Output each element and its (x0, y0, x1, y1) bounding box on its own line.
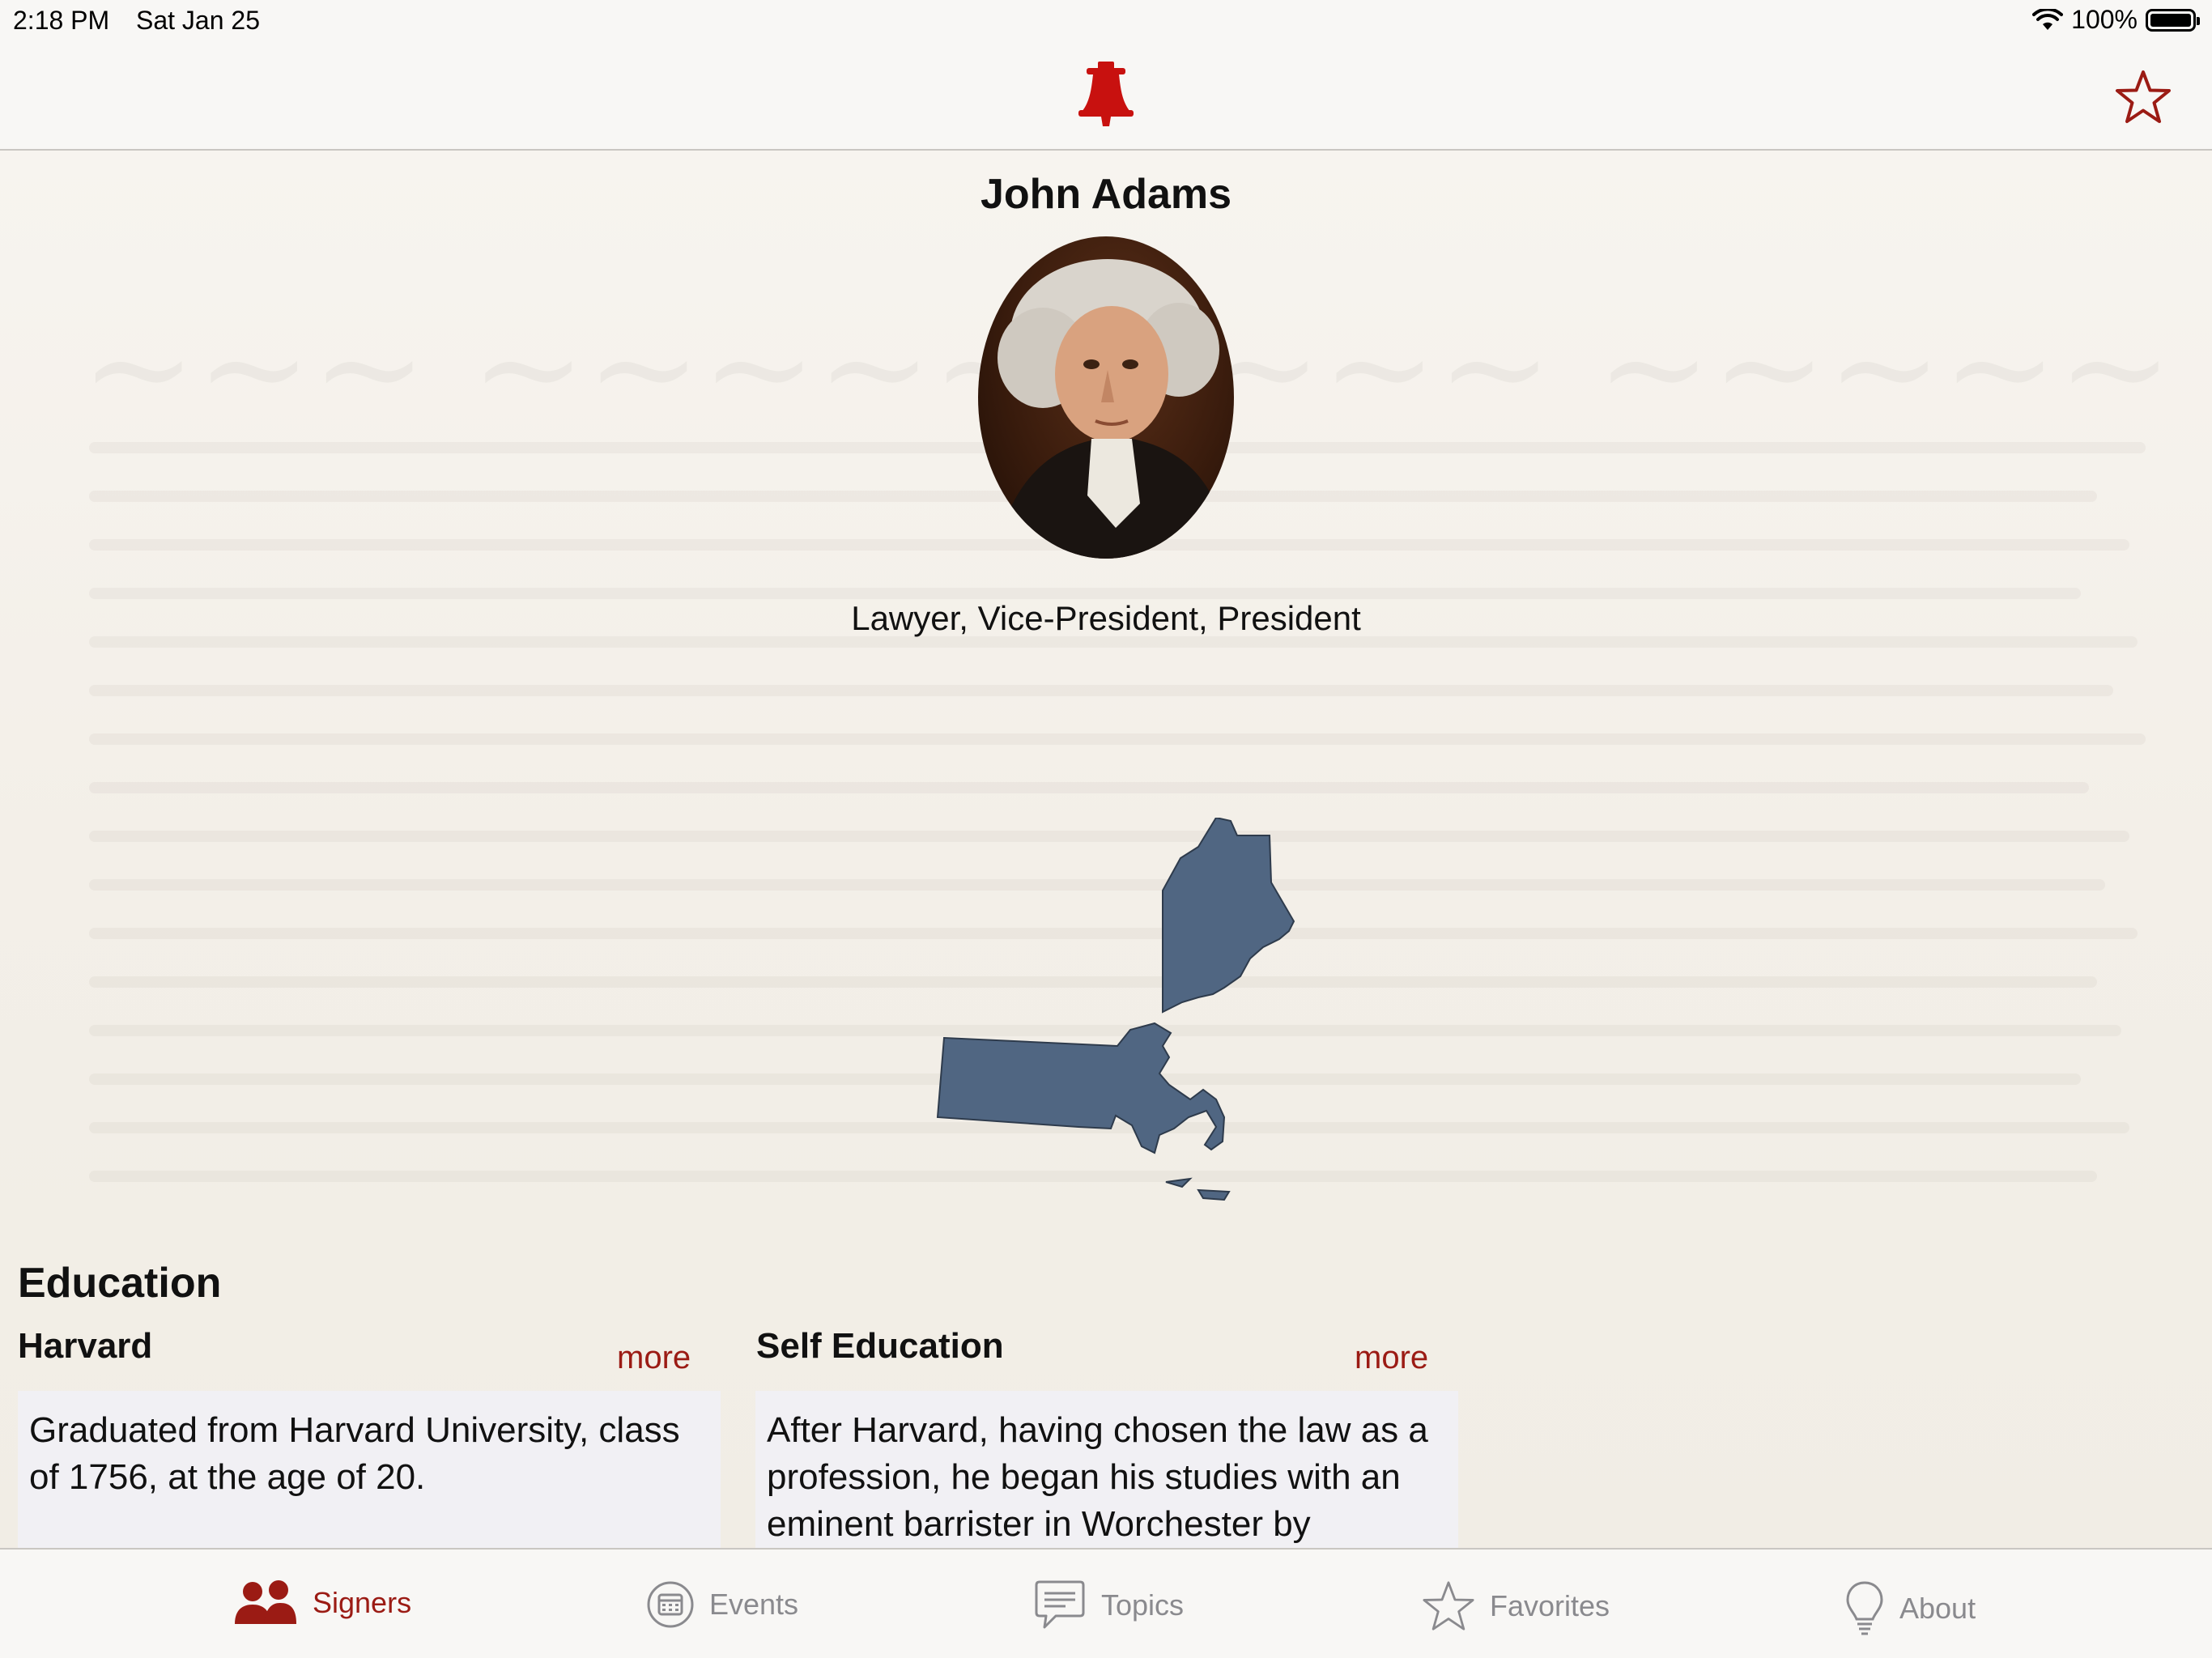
star-outline-icon[interactable] (2115, 70, 2172, 125)
liberty-bell-icon (1078, 62, 1134, 126)
wifi-icon (2032, 8, 2064, 30)
speech-bubble-icon (1035, 1580, 1085, 1629)
status-indicators: 100% (2032, 5, 2200, 35)
status-bar: 2:18 PM Sat Jan 25 100% (0, 0, 2212, 42)
tab-label: Signers (313, 1586, 412, 1619)
tab-bar: Signers Events Topics Favorites About (0, 1548, 2212, 1658)
portrait-illustration (994, 259, 1229, 559)
education-card-title: Self Education (756, 1326, 1004, 1366)
signer-name: John Adams (980, 171, 1232, 218)
tab-label: Topics (1101, 1588, 1185, 1622)
education-card-text: After Harvard, having chosen the law as … (755, 1391, 1458, 1548)
tab-label: About (1899, 1592, 1976, 1625)
education-title: Education (18, 1260, 222, 1307)
status-time: 2:18 PM (13, 6, 110, 35)
star-icon (1423, 1581, 1474, 1630)
background-line (89, 782, 2089, 793)
education-card-text: Graduated from Harvard University, class… (18, 1391, 721, 1548)
tab-topics[interactable]: Topics (1033, 1580, 1184, 1630)
tab-favorites[interactable]: Favorites (1422, 1580, 1610, 1632)
massachusetts-maine-map (936, 818, 1295, 1201)
tab-signers[interactable]: Signers (233, 1580, 411, 1626)
education-card-title: Harvard (18, 1326, 153, 1366)
background-line (89, 636, 2138, 648)
background-line (89, 733, 2146, 745)
tab-about[interactable]: About (1844, 1580, 1976, 1637)
people-icon (235, 1580, 296, 1624)
calendar-icon (647, 1581, 694, 1628)
tab-label: Events (709, 1588, 799, 1621)
lightbulb-icon (1846, 1581, 1883, 1635)
tab-events[interactable]: Events (646, 1580, 798, 1629)
navigation-bar (0, 42, 2212, 151)
tab-label: Favorites (1490, 1589, 1610, 1622)
status-date: Sat Jan 25 (136, 6, 260, 35)
signer-portrait (978, 236, 1234, 559)
battery-icon (2146, 8, 2200, 32)
signer-roles: Lawyer, Vice-President, President (851, 599, 1361, 637)
battery-percent: 100% (2071, 5, 2138, 34)
background-line (89, 685, 2113, 696)
more-link[interactable]: more (617, 1340, 691, 1376)
background-line (89, 588, 2081, 599)
more-link[interactable]: more (1355, 1340, 1428, 1376)
